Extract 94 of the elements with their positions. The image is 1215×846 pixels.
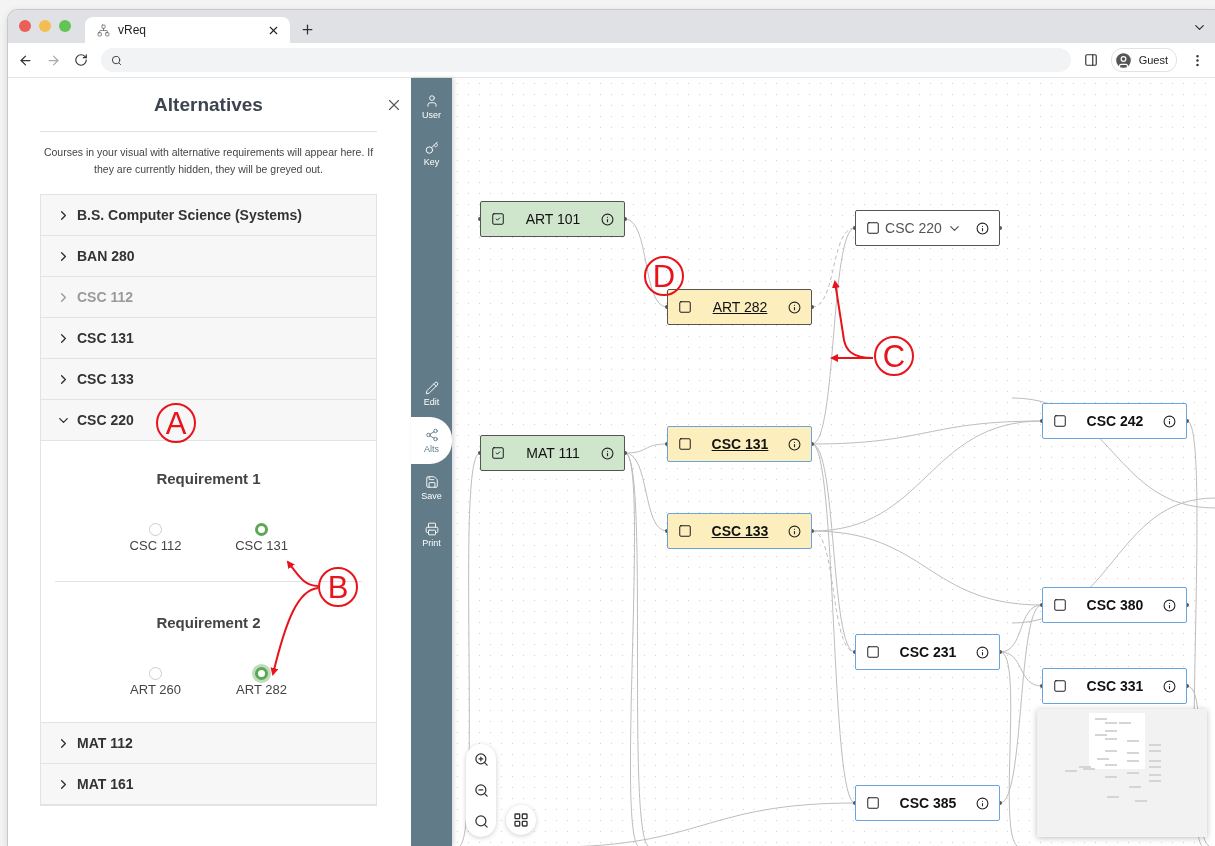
accordion-header[interactable]: MAT 112 <box>41 723 376 764</box>
printer-icon <box>424 521 439 536</box>
search-icon <box>111 54 122 66</box>
user-icon <box>424 93 439 108</box>
share-icon <box>424 427 439 442</box>
course-label: CSC 331 <box>1085 678 1145 694</box>
course-node[interactable]: ART 282 <box>667 289 812 325</box>
course-node[interactable]: CSC 331 <box>1042 668 1187 704</box>
course-label: CSC 385 <box>898 795 958 811</box>
course-node[interactable]: ART 101 <box>480 201 625 237</box>
profile-button[interactable]: Guest <box>1110 48 1177 72</box>
course-label: CSC 231 <box>898 644 958 660</box>
back-icon[interactable] <box>18 52 33 68</box>
course-label: CSC 131 <box>710 436 770 452</box>
info-icon[interactable] <box>976 796 989 810</box>
callout-label: B <box>318 567 358 607</box>
requirement-title: Requirement 1 <box>156 470 261 487</box>
course-label: CSC 380 <box>1085 597 1145 613</box>
accordion-header[interactable]: CSC 131 <box>41 318 376 359</box>
course-node[interactable]: CSC 131 <box>667 426 812 462</box>
course-label: ART 101 <box>524 211 582 227</box>
info-icon[interactable] <box>601 446 614 460</box>
browser-tab[interactable]: vReq <box>85 17 290 43</box>
info-icon[interactable] <box>1163 598 1176 612</box>
option-label: ART 260 <box>130 682 181 697</box>
course-label: CSC 220 <box>884 220 943 236</box>
sidebar-button[interactable]: Key <box>411 130 452 177</box>
search-icon <box>473 814 489 829</box>
info-icon[interactable] <box>788 300 801 314</box>
side-panel-icon[interactable] <box>1083 53 1098 67</box>
course-node[interactable]: CSC 385 <box>855 785 1000 821</box>
requirement-title: Requirement 2 <box>156 614 261 631</box>
course-node[interactable]: CSC 133 <box>667 513 812 549</box>
accordion-header[interactable]: BAN 280 <box>41 236 376 277</box>
checkbox-icon[interactable] <box>678 524 692 538</box>
checked-checkbox-icon[interactable] <box>491 212 505 226</box>
course-node[interactable]: CSC 231 <box>855 634 1000 670</box>
sidebar-button[interactable]: Print <box>411 511 452 558</box>
course-node[interactable]: MAT 111 <box>480 435 625 471</box>
info-icon[interactable] <box>1163 414 1176 428</box>
sidebar-button[interactable]: Edit <box>411 370 452 417</box>
course-node[interactable]: CSC 242 <box>1042 403 1187 439</box>
info-icon[interactable] <box>976 221 989 235</box>
radio-button[interactable] <box>149 667 162 680</box>
layout-button[interactable] <box>506 805 536 835</box>
accordion-header[interactable]: B.S. Computer Science (Systems) <box>41 195 376 236</box>
zoom-in-icon <box>473 752 489 767</box>
close-window-button[interactable] <box>19 20 31 32</box>
accordion-header[interactable]: CSC 133 <box>41 359 376 400</box>
sidebar-button[interactable]: Save <box>411 464 452 511</box>
info-icon[interactable] <box>1163 679 1176 693</box>
panel-description: Courses in your visual with alternative requirements will appear here. If they are currently hidden, they will be greyed out. <box>42 145 375 177</box>
option-label: ART 282 <box>236 682 287 697</box>
course-label: MAT 111 <box>525 445 581 461</box>
checkbox-icon[interactable] <box>1053 679 1067 693</box>
callout-label: C <box>874 336 914 376</box>
callout-label: D <box>644 256 684 296</box>
radio-button[interactable] <box>149 523 162 536</box>
key-icon <box>424 140 439 155</box>
accordion-header[interactable]: MAT 161 <box>41 764 376 805</box>
option-label: CSC 112 <box>129 538 182 553</box>
checkbox-icon[interactable] <box>866 796 880 810</box>
radio-button[interactable] <box>255 523 268 536</box>
address-field[interactable] <box>101 48 1071 72</box>
checkbox-icon[interactable] <box>866 645 880 659</box>
new-tab-icon[interactable] <box>300 22 315 37</box>
pencil-icon <box>424 380 439 395</box>
checked-checkbox-icon[interactable] <box>491 446 505 460</box>
sidebar-button[interactable]: Alts <box>411 417 452 464</box>
tab-title: vReq <box>118 23 147 37</box>
info-icon[interactable] <box>788 437 801 451</box>
checkbox-icon[interactable] <box>678 437 692 451</box>
sidebar-button[interactable]: User <box>411 83 452 130</box>
callout-label: A <box>156 403 196 443</box>
grid-icon <box>513 812 529 828</box>
avatar-icon <box>1113 50 1133 70</box>
course-label: CSC 133 <box>710 523 770 539</box>
course-label: ART 282 <box>711 299 769 315</box>
course-node[interactable]: CSC 380 <box>1042 587 1187 623</box>
checkbox-icon[interactable] <box>1053 598 1067 612</box>
info-icon[interactable] <box>788 524 801 538</box>
info-icon[interactable] <box>601 212 614 226</box>
course-label: CSC 242 <box>1085 413 1145 429</box>
checkbox-icon[interactable] <box>678 300 692 314</box>
checkbox-icon[interactable] <box>866 221 880 235</box>
info-icon[interactable] <box>976 645 989 659</box>
sitemap-icon <box>97 23 110 37</box>
course-node[interactable]: CSC 220 <box>855 210 1000 246</box>
reload-icon[interactable] <box>74 53 88 67</box>
option-label: CSC 131 <box>235 538 288 553</box>
panel-title: Alternatives <box>153 94 264 116</box>
zoom-out-icon <box>473 783 489 798</box>
checkbox-icon[interactable] <box>1053 414 1067 428</box>
save-icon <box>424 474 439 489</box>
